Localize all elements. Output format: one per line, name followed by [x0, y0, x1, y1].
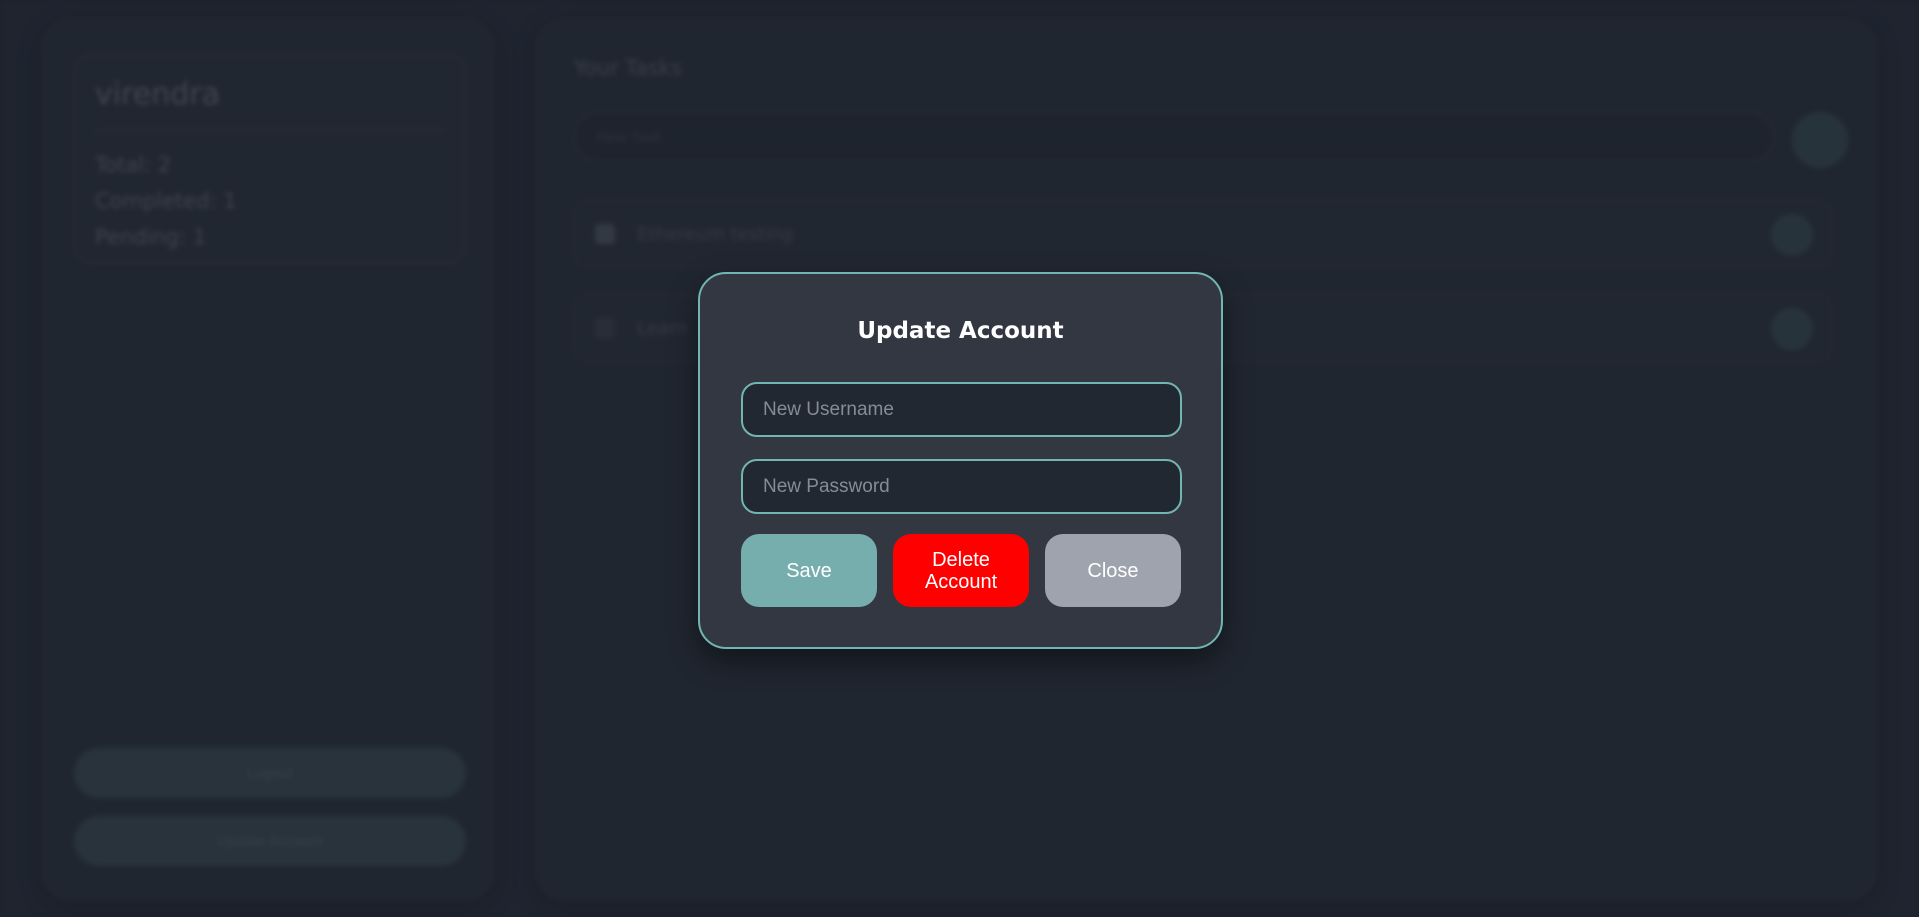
delete-account-button[interactable]: Delete Account: [893, 534, 1029, 607]
new-password-input[interactable]: [741, 459, 1182, 514]
save-button[interactable]: Save: [741, 534, 877, 607]
close-button[interactable]: Close: [1045, 534, 1181, 607]
modal-title: Update Account: [857, 318, 1064, 344]
update-account-modal: Update Account Save Delete Account Close: [698, 272, 1223, 649]
new-username-input[interactable]: [741, 382, 1182, 437]
